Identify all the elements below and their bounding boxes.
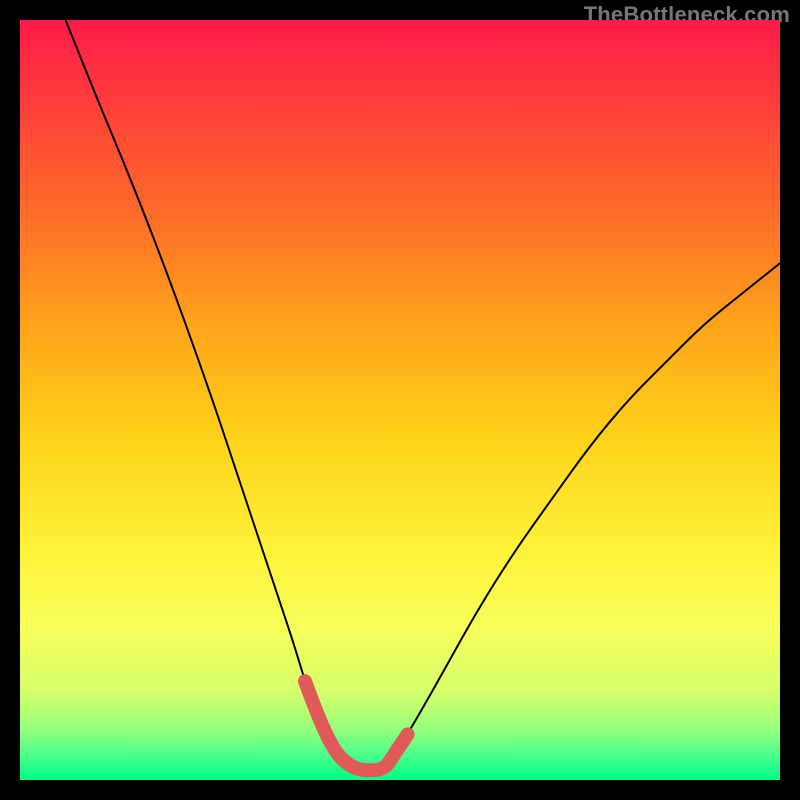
bottleneck-curve	[66, 20, 780, 770]
curve-svg	[20, 20, 780, 780]
plot-area	[20, 20, 780, 780]
chart-frame: TheBottleneck.com	[0, 0, 800, 800]
valley-highlight	[305, 681, 408, 770]
